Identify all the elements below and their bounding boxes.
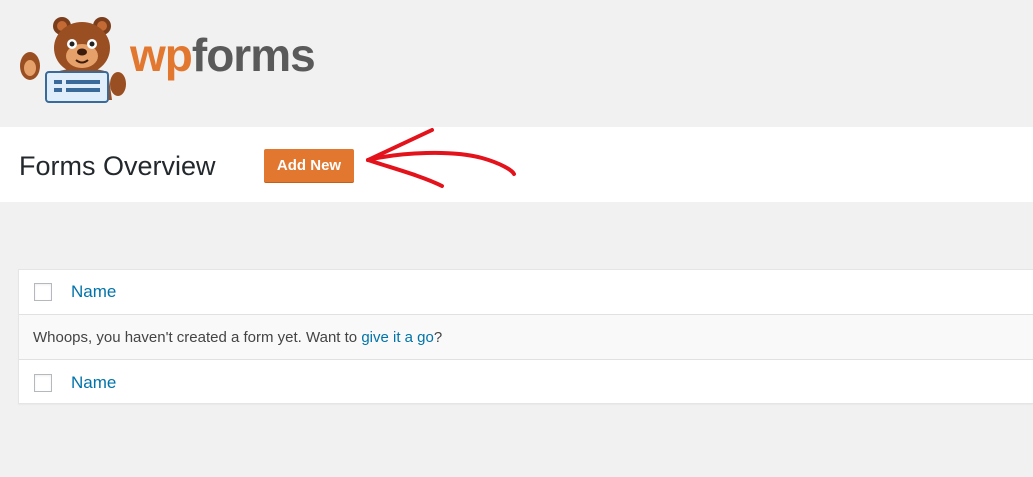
name-column-footer-link[interactable]: Name [71, 373, 116, 393]
table-footer-row: Name [19, 360, 1033, 405]
select-all-checkbox[interactable] [34, 283, 52, 301]
page-title: Forms Overview [19, 151, 216, 181]
wordmark-forms: forms [191, 29, 316, 81]
table-header-row: Name [19, 270, 1033, 315]
empty-message-prefix: Whoops, you haven't created a form yet. … [33, 328, 362, 346]
name-column-header-link[interactable]: Name [71, 282, 116, 302]
select-all-footer-checkbox[interactable] [34, 373, 52, 392]
branding-header: wpforms [0, 0, 1033, 127]
forms-table: Name Whoops, you haven't created a form … [18, 269, 1033, 404]
bear-mascot-icon [20, 17, 126, 103]
table-empty-row: Whoops, you haven't created a form yet. … [19, 315, 1033, 360]
empty-message-suffix: ? [433, 328, 443, 346]
empty-state-message: Whoops, you haven't created a form yet. … [33, 329, 442, 346]
wordmark-wp: wp [130, 29, 193, 81]
give-it-a-go-link[interactable]: give it a go [361, 329, 434, 346]
add-new-button[interactable]: Add New [264, 149, 354, 182]
red-arrow-annotation-icon [366, 128, 516, 188]
wpforms-wordmark: wpforms [130, 29, 316, 81]
